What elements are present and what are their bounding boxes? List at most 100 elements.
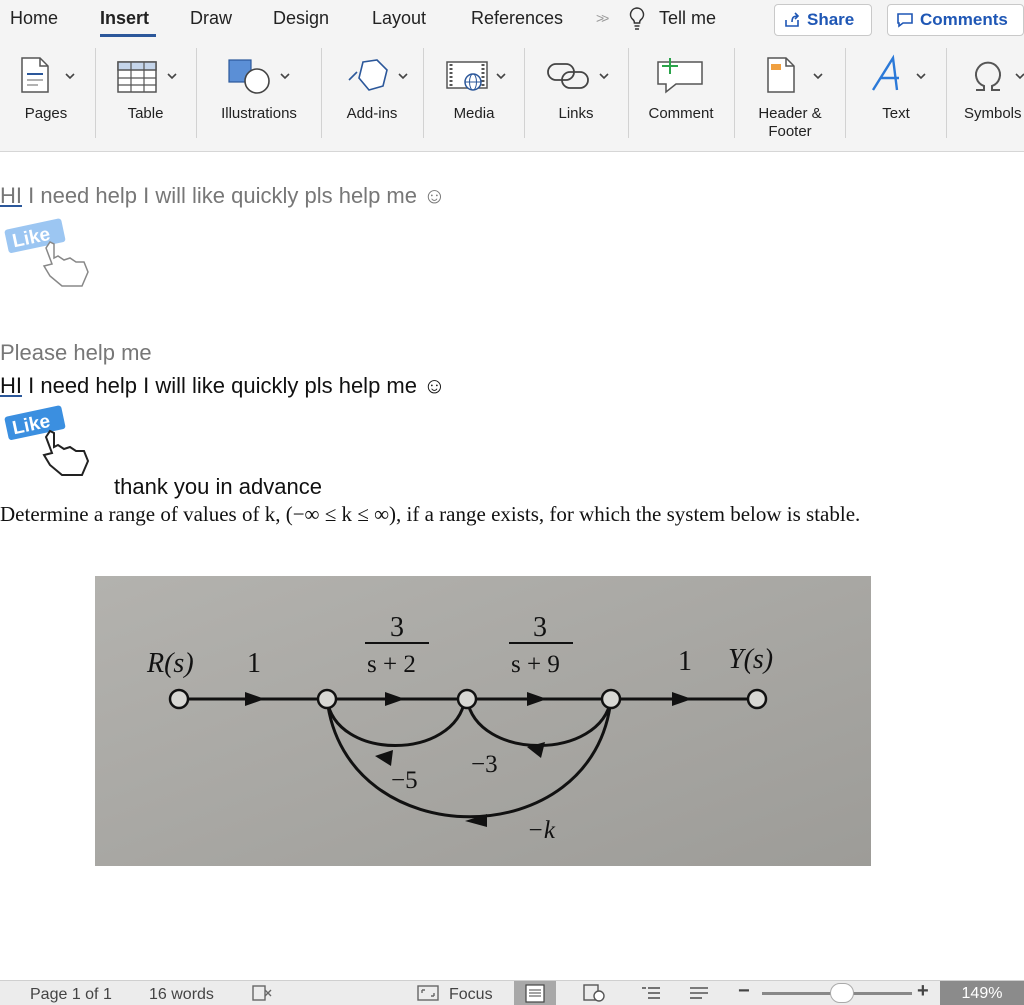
- ribbon-separator: [524, 48, 525, 138]
- links-label: Links: [558, 105, 594, 122]
- tab-home[interactable]: Home: [10, 8, 58, 29]
- gain-out-label: 1: [678, 646, 692, 677]
- gain-in-label: 1: [247, 648, 261, 679]
- illustrations-label: Illustrations: [221, 105, 297, 122]
- header-footer-label-line2: Footer: [768, 123, 812, 140]
- ribbon-separator: [734, 48, 735, 138]
- omega-icon: [975, 61, 1024, 91]
- illustrations-group-button[interactable]: Illustrations: [199, 42, 319, 144]
- status-bar: Page 1 of 1 16 words Focus − + 149%: [0, 980, 1024, 1005]
- tab-insert[interactable]: Insert: [100, 8, 149, 29]
- tab-layout[interactable]: Layout: [372, 8, 426, 29]
- document-page[interactable]: HI I need help I will like quickly pls h…: [0, 153, 1024, 980]
- output-label: Y(s): [728, 644, 773, 675]
- header-footer-label-line1: Header &: [758, 105, 822, 122]
- symbols-group-button[interactable]: Symbols: [948, 42, 1024, 144]
- zoom-slider-thumb[interactable]: [830, 983, 854, 1003]
- outline-view-icon[interactable]: [640, 985, 662, 1005]
- table-group-button[interactable]: Table: [98, 42, 193, 144]
- node: [600, 688, 622, 710]
- zoom-out-button[interactable]: −: [738, 980, 750, 1003]
- comment-bubble-icon: [897, 13, 913, 28]
- help-request-text: I need help I will like quickly pls help…: [28, 373, 446, 398]
- pages-label: Pages: [24, 105, 68, 122]
- header-footer-label: Header & Footer: [736, 105, 844, 141]
- shapes-icon: [228, 59, 290, 94]
- share-button[interactable]: Share: [774, 4, 872, 36]
- text-box-icon: [871, 54, 926, 91]
- tab-design[interactable]: Design: [273, 8, 329, 29]
- draft-view-icon[interactable]: [688, 985, 710, 1005]
- comments-label: Comments: [920, 10, 1008, 29]
- comment-group-button[interactable]: Comment: [630, 42, 732, 144]
- ribbon-separator: [196, 48, 197, 138]
- like-image-2: Like: [4, 405, 104, 494]
- comments-button[interactable]: Comments: [887, 4, 1024, 36]
- tab-draw[interactable]: Draw: [190, 8, 232, 29]
- share-icon: [785, 12, 800, 27]
- pages-icon: [21, 57, 75, 93]
- more-tabs-chevron-icon[interactable]: >>: [596, 10, 609, 26]
- print-layout-view-icon[interactable]: [514, 981, 556, 1005]
- page-count[interactable]: Page 1 of 1: [30, 986, 112, 1004]
- cube-icon: [348, 59, 408, 91]
- ribbon-separator: [628, 48, 629, 138]
- hi-word: HI: [0, 373, 22, 398]
- header-footer-icon: [767, 57, 823, 93]
- ribbon-separator: [95, 48, 96, 138]
- addins-group-button[interactable]: Add-ins: [323, 42, 421, 144]
- share-label: Share: [807, 10, 855, 29]
- lightbulb-icon[interactable]: [628, 6, 646, 37]
- thanks-line: thank you in advance: [114, 474, 322, 499]
- media-icon: [446, 61, 506, 91]
- feedback-gain-3: −k: [527, 817, 556, 844]
- like-image-1: Like: [4, 218, 104, 303]
- g2-denominator: s + 9: [511, 651, 560, 678]
- zoom-percentage[interactable]: 149%: [940, 981, 1024, 1005]
- focus-icon[interactable]: [417, 985, 439, 1005]
- table-label: Table: [127, 105, 164, 122]
- active-tab-indicator: [100, 34, 156, 37]
- text-label: Text: [882, 105, 910, 122]
- pages-group-button[interactable]: Pages: [0, 42, 92, 144]
- signal-flow-graph-image: R(s) 1 3 s + 2 3 s + 9 1 Y(s) −5 −3 −k: [95, 576, 871, 866]
- please-help-line: Please help me: [0, 340, 152, 365]
- symbols-label: Symbols: [964, 105, 1022, 122]
- feedback-gain-2: −3: [471, 751, 498, 778]
- ribbon-separator: [845, 48, 846, 138]
- help-request-line-1: HI I need help I will like quickly pls h…: [0, 183, 446, 209]
- node: [456, 688, 478, 710]
- input-label: R(s): [146, 648, 194, 679]
- links-group-button[interactable]: Links: [526, 42, 626, 144]
- help-request-line-2: HI I need help I will like quickly pls h…: [0, 373, 446, 399]
- g1-denominator: s + 2: [367, 651, 416, 678]
- feedback-gain-1: −5: [391, 767, 418, 794]
- addins-label: Add-ins: [346, 105, 398, 122]
- ribbon-separator: [423, 48, 424, 138]
- media-group-button[interactable]: Media: [425, 42, 523, 144]
- help-request-text: I need help I will like quickly pls help…: [28, 183, 446, 208]
- comment-label: Comment: [648, 105, 714, 122]
- proofing-icon[interactable]: [252, 984, 274, 1005]
- media-label: Media: [453, 105, 495, 122]
- ribbon-separator: [946, 48, 947, 138]
- ribbon-insert: Pages Table Illustrations Add-ins Media …: [0, 42, 1024, 152]
- zoom-in-button[interactable]: +: [917, 980, 929, 1003]
- node-output: [746, 688, 768, 710]
- g2-numerator: 3: [533, 612, 547, 643]
- table-icon: [117, 61, 177, 93]
- ribbon-separator: [321, 48, 322, 138]
- tell-me-search[interactable]: Tell me: [659, 8, 716, 29]
- g1-numerator: 3: [390, 612, 404, 643]
- header-footer-group-button[interactable]: Header & Footer: [736, 42, 844, 144]
- web-layout-view-icon[interactable]: [582, 984, 606, 1005]
- link-icon: [547, 63, 609, 89]
- word-count[interactable]: 16 words: [149, 986, 214, 1004]
- focus-button[interactable]: Focus: [449, 986, 493, 1004]
- new-comment-icon: [657, 58, 703, 94]
- tab-bar: Home Insert Draw Design Layout Reference…: [0, 0, 1024, 42]
- problem-statement: Determine a range of values of k, (−∞ ≤ …: [0, 502, 861, 526]
- text-group-button[interactable]: Text: [847, 42, 945, 144]
- node-input: [168, 688, 190, 710]
- tab-references[interactable]: References: [471, 8, 563, 29]
